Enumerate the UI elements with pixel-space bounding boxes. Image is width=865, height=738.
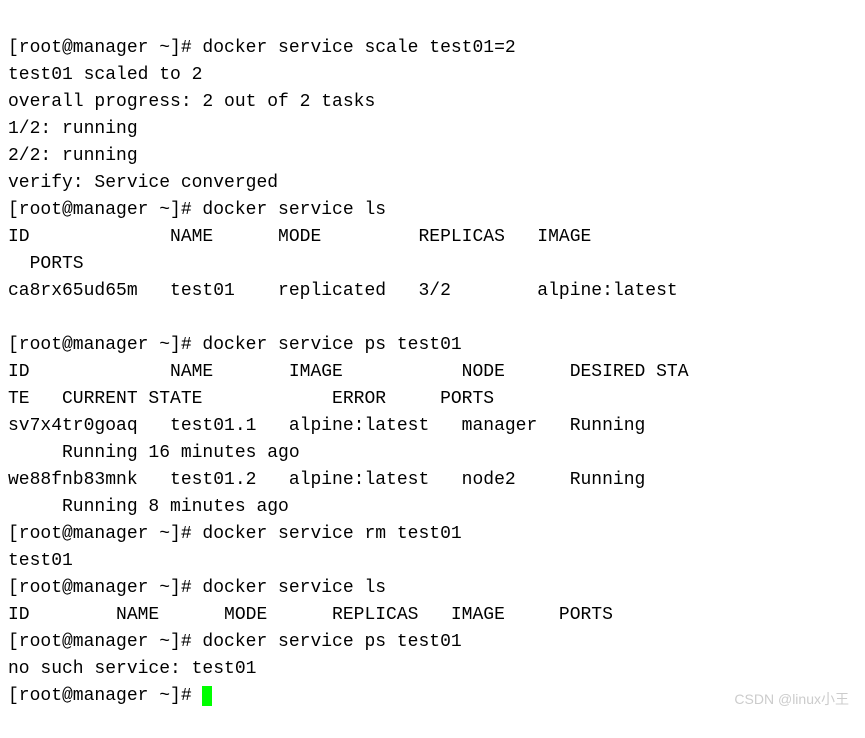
output-line: overall progress: 2 out of 2 tasks: [8, 92, 375, 112]
output-line: we88fnb83mnk test01.2 alpine:latest node…: [8, 470, 645, 490]
output-line: [root@manager ~]# docker service ps test…: [8, 335, 462, 355]
output-line: ID NAME MODE REPLICAS IMAGE PORTS: [8, 605, 613, 625]
output-line: [root@manager ~]# docker service scale t…: [8, 38, 516, 58]
output-line: 2/2: running: [8, 146, 138, 166]
output-line: verify: Service converged: [8, 173, 278, 193]
shell-prompt: [root@manager ~]#: [8, 686, 202, 706]
watermark-text: CSDN @linux小王: [734, 689, 849, 710]
output-line: sv7x4tr0goaq test01.1 alpine:latest mana…: [8, 416, 645, 436]
output-line: ca8rx65ud65m test01 replicated 3/2 alpin…: [8, 281, 678, 301]
output-line: [root@manager ~]# docker service ls: [8, 200, 386, 220]
cursor-icon: [202, 686, 212, 706]
output-line: Running 16 minutes ago: [8, 443, 300, 463]
output-line: [root@manager ~]# docker service ls: [8, 578, 386, 598]
output-line: 1/2: running: [8, 119, 138, 139]
output-line: test01 scaled to 2: [8, 65, 202, 85]
output-line: test01: [8, 551, 73, 571]
output-line: ID NAME MODE REPLICAS IMAGE: [8, 227, 591, 247]
output-line: no such service: test01: [8, 659, 256, 679]
output-line: [root@manager ~]# docker service ps test…: [8, 632, 462, 652]
terminal-output[interactable]: [root@manager ~]# docker service scale t…: [8, 8, 857, 710]
output-line: [root@manager ~]# docker service rm test…: [8, 524, 462, 544]
output-line: PORTS: [8, 254, 84, 274]
output-line: Running 8 minutes ago: [8, 497, 289, 517]
output-line: TE CURRENT STATE ERROR PORTS: [8, 389, 494, 409]
output-line: ID NAME IMAGE NODE DESIRED STA: [8, 362, 689, 382]
